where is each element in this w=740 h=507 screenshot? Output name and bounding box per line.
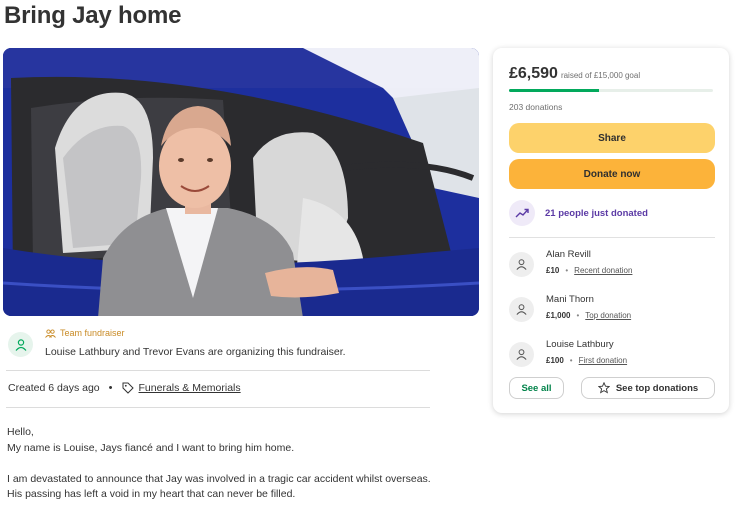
donation-type-link[interactable]: Top donation	[585, 311, 631, 320]
story-line: Hello,	[7, 426, 34, 438]
amount-raised-line: £6,590 raised of £15,000 goal	[509, 65, 640, 83]
person-icon	[15, 338, 26, 351]
page-title: Bring Jay home	[4, 2, 182, 29]
donor-avatar	[509, 342, 534, 367]
progress-fill	[509, 89, 599, 92]
donor-separator: •	[576, 311, 580, 320]
person-icon	[516, 304, 527, 315]
donation-type-link[interactable]: Recent donation	[574, 266, 632, 275]
share-button[interactable]: Share	[509, 123, 715, 153]
donor-item: Louise Lathbury £100 • First donation	[509, 338, 719, 372]
star-icon	[597, 382, 610, 394]
category-link[interactable]: Funerals & Memorials	[139, 382, 241, 394]
see-top-donations-button[interactable]: See top donations	[581, 377, 715, 399]
story-line: I am devastated to announce that Jay was…	[7, 472, 431, 485]
person-icon	[516, 349, 527, 360]
organizer-section: Team fundraiser Louise Lathbury and Trev…	[6, 327, 430, 367]
hero-photo	[3, 48, 479, 316]
donor-meta: £100 • First donation	[546, 356, 627, 365]
story-text: Hello, My name is Louise, Jays fiancé an…	[7, 425, 447, 503]
donor-avatar	[509, 252, 534, 277]
goal-text: raised of £15,000 goal	[560, 71, 641, 80]
story-line: His passing has left a void in my heart …	[7, 488, 296, 500]
person-icon	[516, 259, 527, 270]
donor-name: Louise Lathbury	[546, 339, 614, 350]
team-fundraiser-label: Team fundraiser	[60, 328, 125, 338]
card-divider	[509, 237, 715, 238]
divider	[6, 370, 430, 371]
organizer-avatar	[8, 332, 33, 357]
organizer-text: Louise Lathbury and Trevor Evans are org…	[45, 346, 346, 358]
donation-card: £6,590 raised of £15,000 goal 203 donati…	[493, 48, 729, 413]
created-date: Created 6 days ago	[8, 382, 100, 394]
hero-image	[3, 48, 479, 316]
donor-amount: £100	[546, 356, 564, 365]
amount-raised: £6,590	[509, 65, 558, 82]
donor-item: Mani Thorn £1,000 • Top donation	[509, 293, 719, 327]
meta-separator: •	[108, 382, 113, 394]
just-donated-row: 21 people just donated	[509, 200, 648, 226]
donate-now-button[interactable]: Donate now	[509, 159, 715, 189]
trend-up-icon	[515, 208, 529, 218]
donor-amount: £10	[546, 266, 560, 275]
donor-separator: •	[569, 356, 573, 365]
donations-count: 203 donations	[509, 102, 563, 112]
see-top-donations-label: See top donations	[615, 382, 699, 394]
story-line: My name is Louise, Jays fiancé and I wan…	[7, 441, 295, 454]
see-all-button[interactable]: See all	[509, 377, 564, 399]
donor-separator: •	[565, 266, 569, 275]
team-fundraiser-tag: Team fundraiser	[45, 328, 125, 338]
divider	[6, 407, 430, 408]
team-icon	[45, 328, 56, 338]
donor-avatar	[509, 297, 534, 322]
donor-item: Alan Revill £10 • Recent donation	[509, 248, 719, 282]
donor-name: Mani Thorn	[546, 294, 594, 305]
donor-amount: £1,000	[546, 311, 571, 320]
trend-badge	[509, 200, 535, 226]
fundraiser-meta: Created 6 days ago • Funerals & Memorial…	[8, 382, 241, 394]
donor-meta: £1,000 • Top donation	[546, 311, 631, 320]
progress-bar	[509, 89, 713, 92]
just-donated-text: 21 people just donated	[545, 207, 648, 219]
donor-meta: £10 • Recent donation	[546, 266, 632, 275]
donor-name: Alan Revill	[546, 249, 591, 260]
story-gap	[7, 456, 447, 472]
donation-type-link[interactable]: First donation	[579, 356, 627, 365]
tag-icon	[122, 382, 134, 394]
